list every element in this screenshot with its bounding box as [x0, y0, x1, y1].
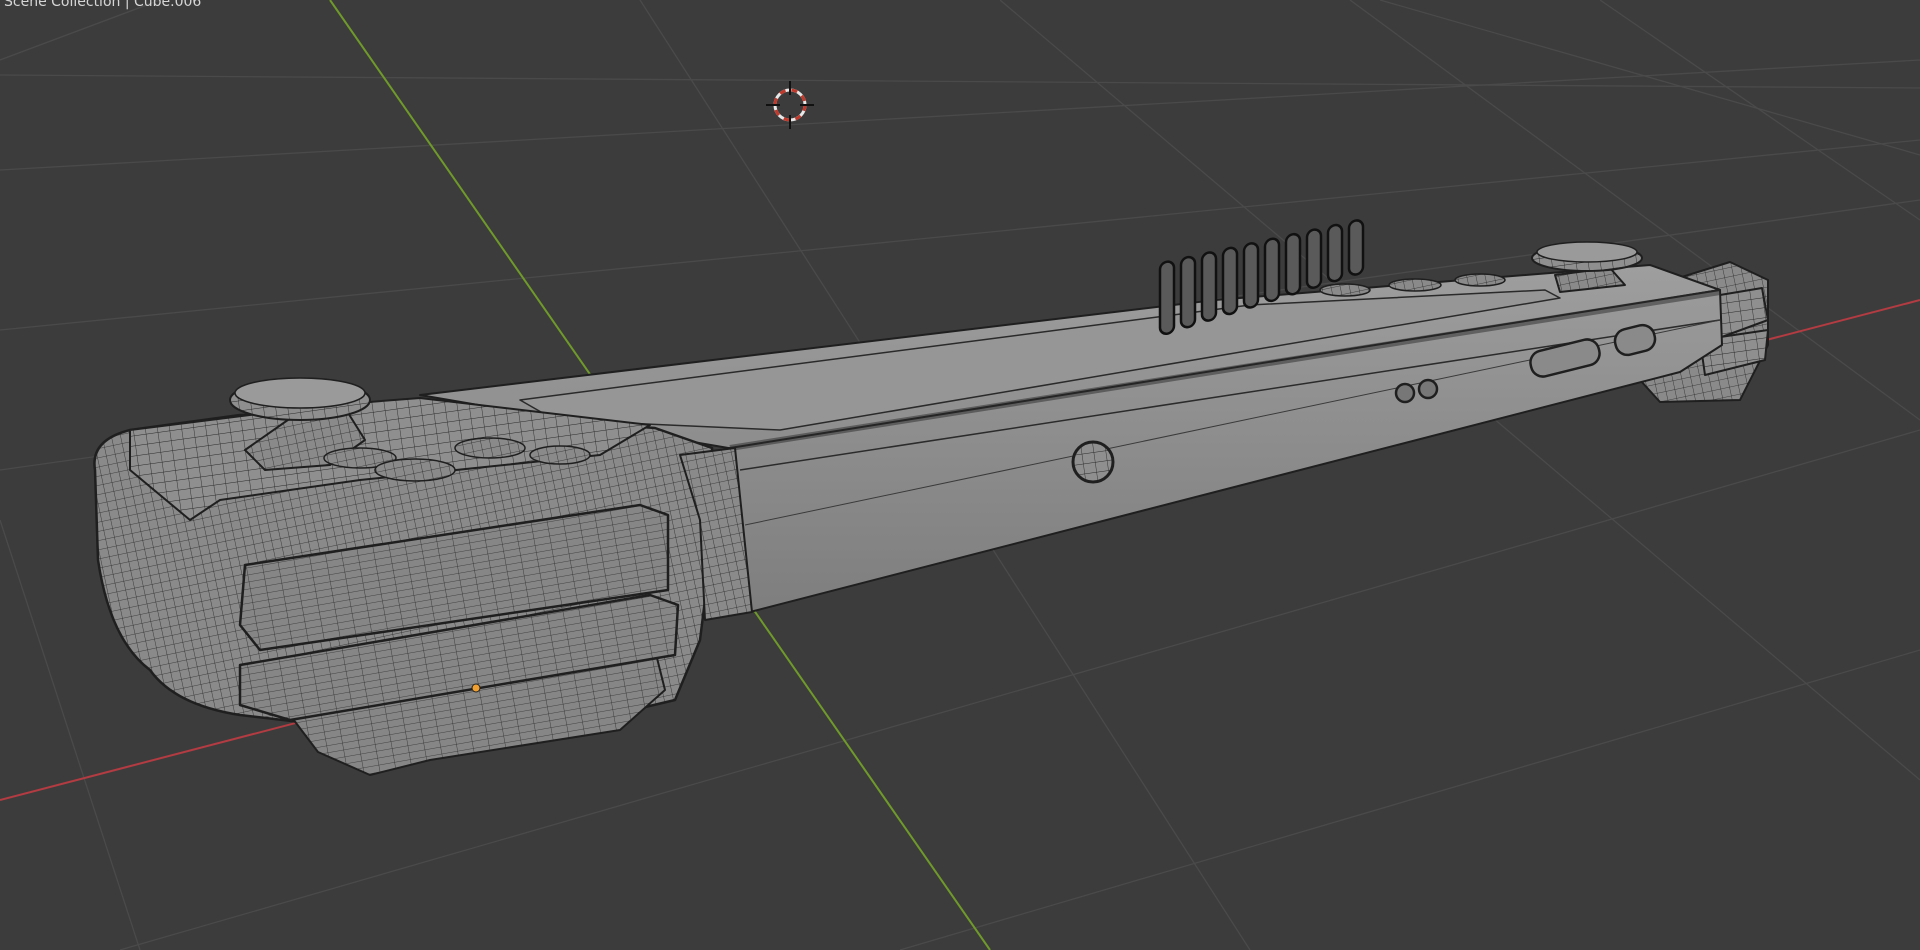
headphone-jack	[1071, 440, 1115, 484]
viewport-info-text: Scene Collection | Cube.006	[4, 0, 202, 10]
console-mesh[interactable]	[93, 219, 1769, 776]
object-origin-point[interactable]	[471, 683, 481, 693]
viewport-canvas[interactable]	[0, 0, 1920, 950]
3d-cursor-icon[interactable]	[766, 81, 814, 129]
3d-viewport[interactable]: Scene Collection | Cube.006	[0, 0, 1920, 950]
port-small-2	[1417, 378, 1439, 400]
port-small-1	[1394, 382, 1416, 404]
